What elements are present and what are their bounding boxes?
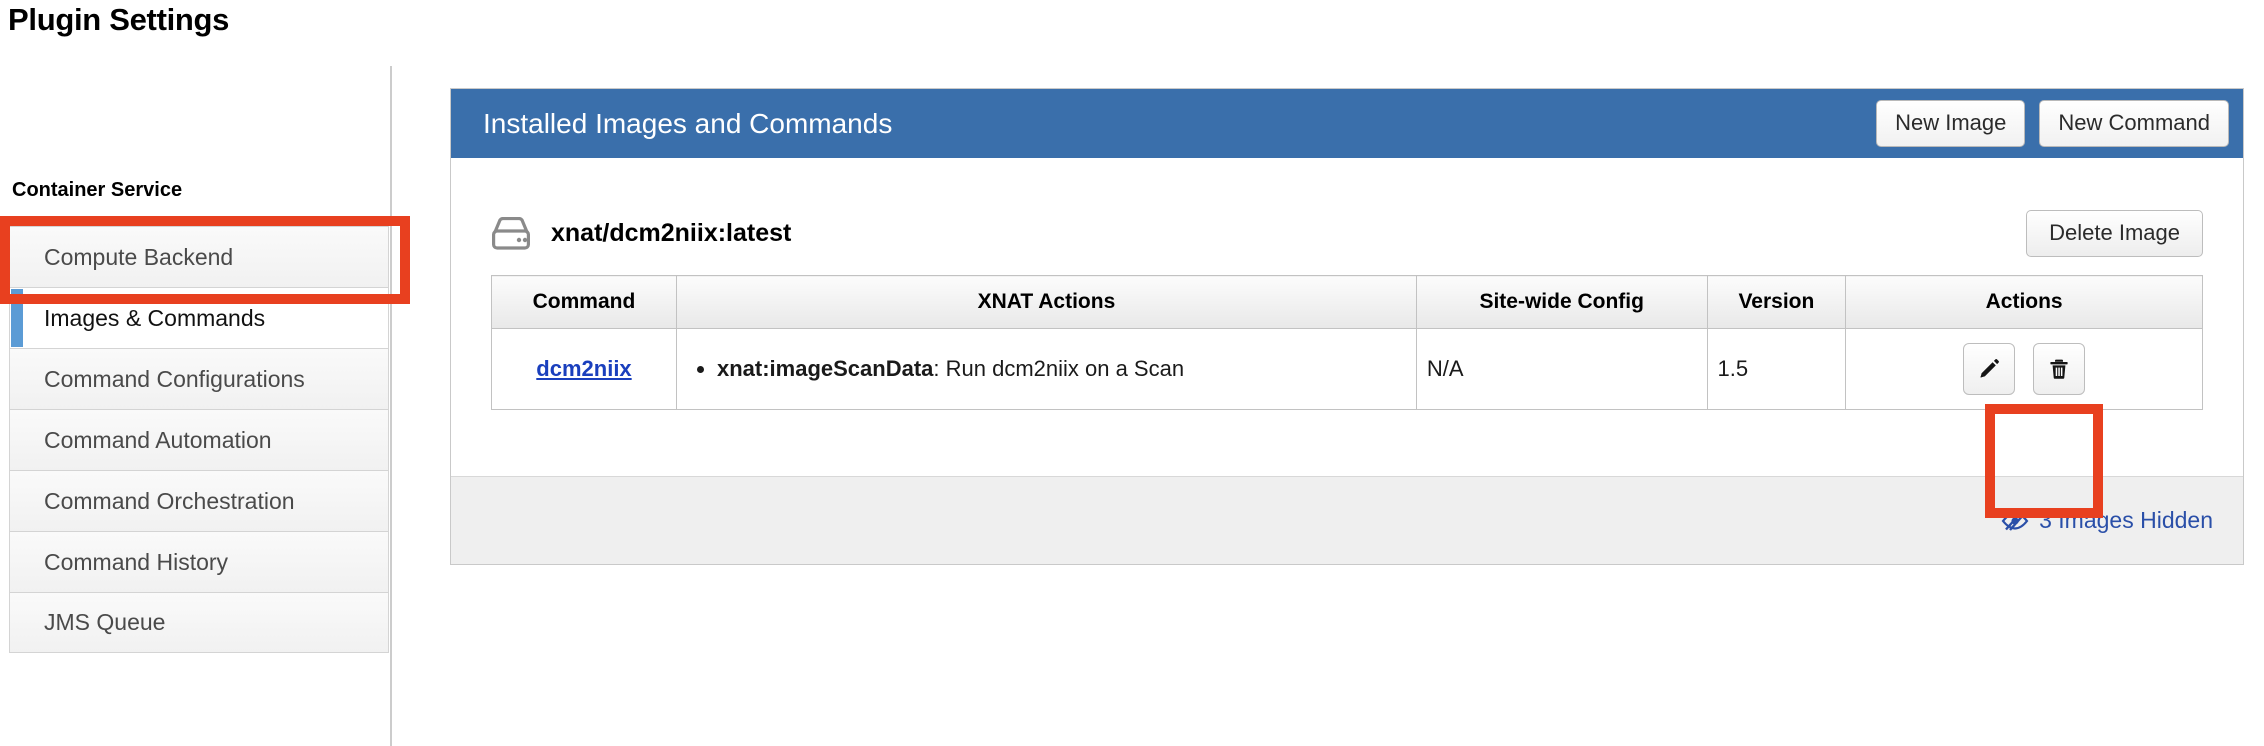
sidebar-item-label: Command Configurations: [44, 365, 305, 392]
xnat-actions-list: xnat:imageScanData: Run dcm2niix on a Sc…: [687, 356, 1406, 382]
col-header-site-wide-config: Site-wide Config: [1415, 275, 1708, 329]
sidebar-item-label: Command History: [44, 548, 229, 575]
sidebar-heading: Container Service: [12, 179, 183, 201]
sidebar-item-command-history[interactable]: Command History: [9, 531, 389, 592]
panel-footer: 3 Images Hidden: [451, 476, 2243, 564]
image-header-row: xnat/dcm2niix:latest Delete Image: [491, 210, 2203, 275]
commands-table: Command XNAT Actions Site-wide Config Ve…: [491, 275, 2203, 410]
images-hidden-label: 3 Images Hidden: [2039, 507, 2213, 533]
sidebar-nav-list: Compute Backend Images & Commands Comman…: [9, 226, 389, 653]
table-header-row: Command XNAT Actions Site-wide Config Ve…: [491, 275, 2203, 329]
hdd-icon: [491, 216, 530, 250]
panel-body: xnat/dcm2niix:latest Delete Image Comman…: [451, 158, 2243, 476]
sidebar-item-command-orchestration[interactable]: Command Orchestration: [9, 470, 389, 531]
xnat-action-target: xnat:imageScanData: [716, 356, 934, 381]
panel-spacer: [491, 410, 2203, 476]
images-hidden-link[interactable]: 3 Images Hidden: [2001, 507, 2213, 534]
installed-images-panel: Installed Images and Commands New Image …: [450, 88, 2244, 565]
cell-actions: [1845, 328, 2203, 410]
cell-command: dcm2niix: [491, 328, 677, 410]
delete-image-button[interactable]: Delete Image: [2026, 210, 2203, 257]
eye-slash-icon: [2001, 511, 2029, 531]
cell-site-wide-config: N/A: [1415, 328, 1708, 410]
col-header-command: Command: [491, 275, 677, 329]
sidebar-item-label: JMS Queue: [44, 609, 166, 636]
new-command-button[interactable]: New Command: [2039, 100, 2229, 147]
col-header-version: Version: [1706, 275, 1847, 329]
sidebar-item-label: Command Automation: [44, 426, 272, 453]
commands-table-body: dcm2niix xnat:imageScanData: Run dcm2nii…: [491, 328, 2203, 410]
commands-table-head: Command XNAT Actions Site-wide Config Ve…: [491, 275, 2203, 329]
col-header-xnat-actions: XNAT Actions: [675, 275, 1417, 329]
sidebar-item-command-configurations[interactable]: Command Configurations: [9, 348, 389, 409]
sidebar-item-command-automation[interactable]: Command Automation: [9, 409, 389, 470]
image-name: xnat/dcm2niix:latest: [551, 219, 792, 247]
col-header-actions: Actions: [1845, 275, 2203, 329]
panel-title: Installed Images and Commands: [483, 107, 893, 139]
new-image-button[interactable]: New Image: [1876, 100, 2026, 147]
sidebar-item-compute-backend[interactable]: Compute Backend: [9, 226, 389, 287]
sidebar-item-jms-queue[interactable]: JMS Queue: [9, 592, 389, 653]
sidebar-item-label: Command Orchestration: [44, 487, 295, 514]
panel-header: Installed Images and Commands New Image …: [451, 89, 2243, 158]
plugin-settings-page: Plugin Settings Container Service Comput…: [0, 0, 2264, 746]
sidebar-item-label: Images & Commands: [44, 304, 266, 331]
table-row: dcm2niix xnat:imageScanData: Run dcm2nii…: [491, 328, 2203, 410]
sidebar-item-images-commands[interactable]: Images & Commands: [9, 287, 389, 348]
sidebar-item-label: Compute Backend: [44, 243, 234, 270]
trash-icon: [2050, 359, 2068, 379]
command-link[interactable]: dcm2niix: [536, 356, 631, 381]
cell-version: 1.5: [1706, 328, 1847, 410]
page-title: Plugin Settings: [8, 2, 230, 37]
xnat-action-description: : Run dcm2niix on a Scan: [933, 356, 1185, 381]
delete-command-button[interactable]: [2033, 343, 2086, 395]
pencil-icon: [1980, 359, 2000, 378]
cell-xnat-actions: xnat:imageScanData: Run dcm2niix on a Sc…: [675, 328, 1417, 410]
sidebar-divider: [390, 66, 392, 746]
list-item: xnat:imageScanData: Run dcm2niix on a Sc…: [717, 356, 1406, 382]
edit-command-button[interactable]: [1963, 343, 2016, 395]
